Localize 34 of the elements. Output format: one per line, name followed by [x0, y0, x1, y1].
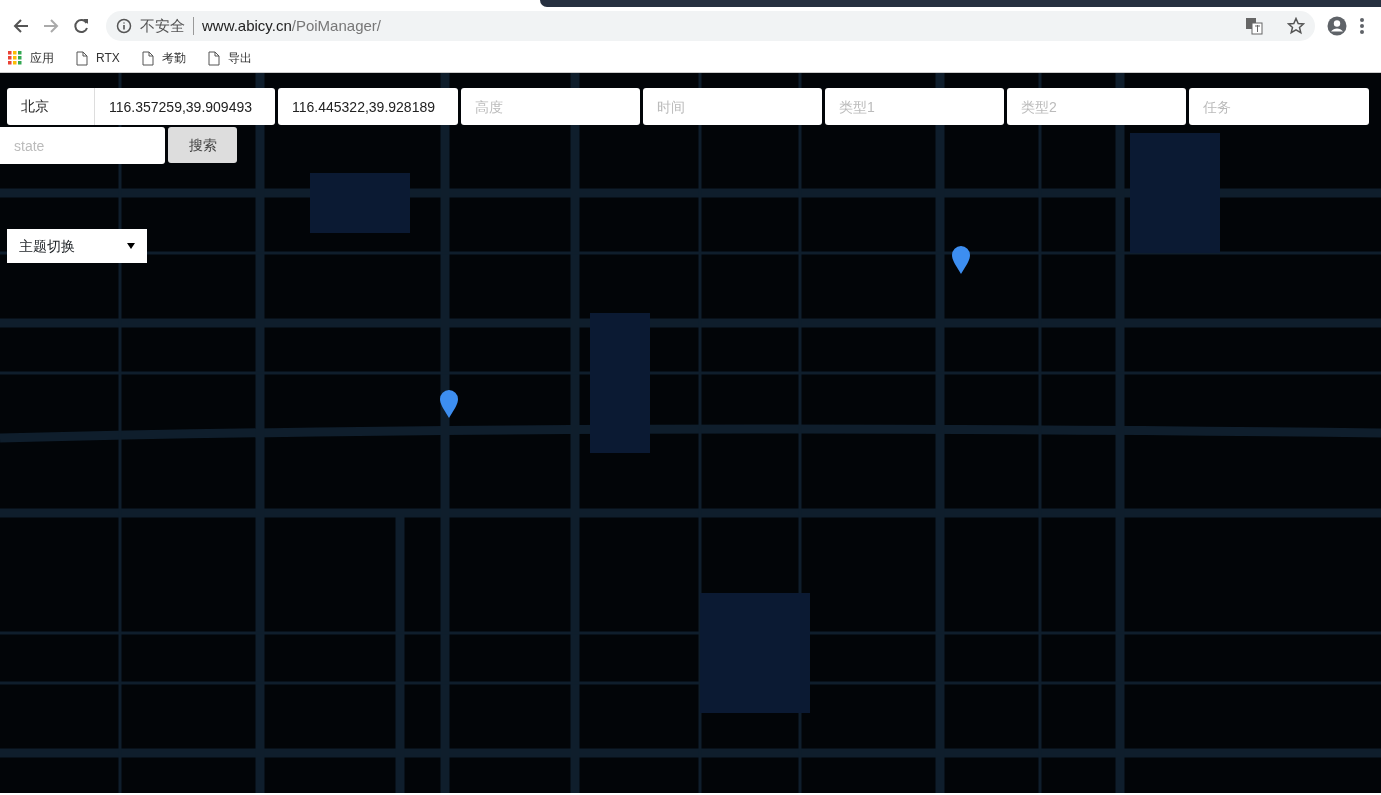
search-button[interactable]: 搜索	[168, 127, 237, 163]
input-field[interactable]: 116.357259,39.909493	[95, 88, 275, 125]
address-bar[interactable]: 不安全 www.abicy.cn/PoiManager/	[106, 11, 1315, 41]
theme-select[interactable]: 主题切换	[7, 229, 147, 263]
page-icon	[141, 50, 154, 66]
bookmark-link[interactable]: 导出	[207, 49, 252, 67]
bookmark-link[interactable]: RTX	[76, 49, 120, 67]
menu-icon[interactable]	[1359, 17, 1365, 35]
back-arrow-icon	[12, 17, 30, 35]
input-field[interactable]: 任务	[1189, 88, 1369, 125]
input-field[interactable]: 类型2	[1007, 88, 1186, 125]
info-icon	[116, 18, 132, 34]
page-icon	[207, 50, 220, 66]
map-pin-icon[interactable]	[951, 244, 972, 275]
translate-icon[interactable]	[1245, 17, 1263, 35]
input-field[interactable]: 北京	[7, 88, 95, 125]
security-label: 不安全	[140, 15, 185, 36]
input-field[interactable]: 时间	[643, 88, 822, 125]
page-icon	[76, 50, 88, 66]
url-text: www.abicy.cn/PoiManager/	[202, 15, 381, 36]
star-icon[interactable]	[1287, 17, 1305, 35]
account-icon[interactable]	[1327, 16, 1347, 36]
dropdown-caret-icon	[127, 243, 135, 249]
input-field[interactable]: 高度	[461, 88, 640, 125]
bookmark-link[interactable]: 应用	[8, 49, 54, 67]
reload-icon	[72, 17, 90, 35]
input-field[interactable]: 116.445322,39.928189	[278, 88, 458, 125]
map-drawing[interactable]	[0, 73, 1381, 793]
bookmark-link[interactable]: 考勤	[141, 49, 186, 67]
map-pin-icon[interactable]	[438, 388, 459, 419]
input-field[interactable]: state	[0, 127, 165, 164]
apps-grid-icon	[8, 51, 22, 65]
input-field[interactable]: 类型1	[825, 88, 1004, 125]
forward-arrow-icon	[42, 17, 60, 35]
